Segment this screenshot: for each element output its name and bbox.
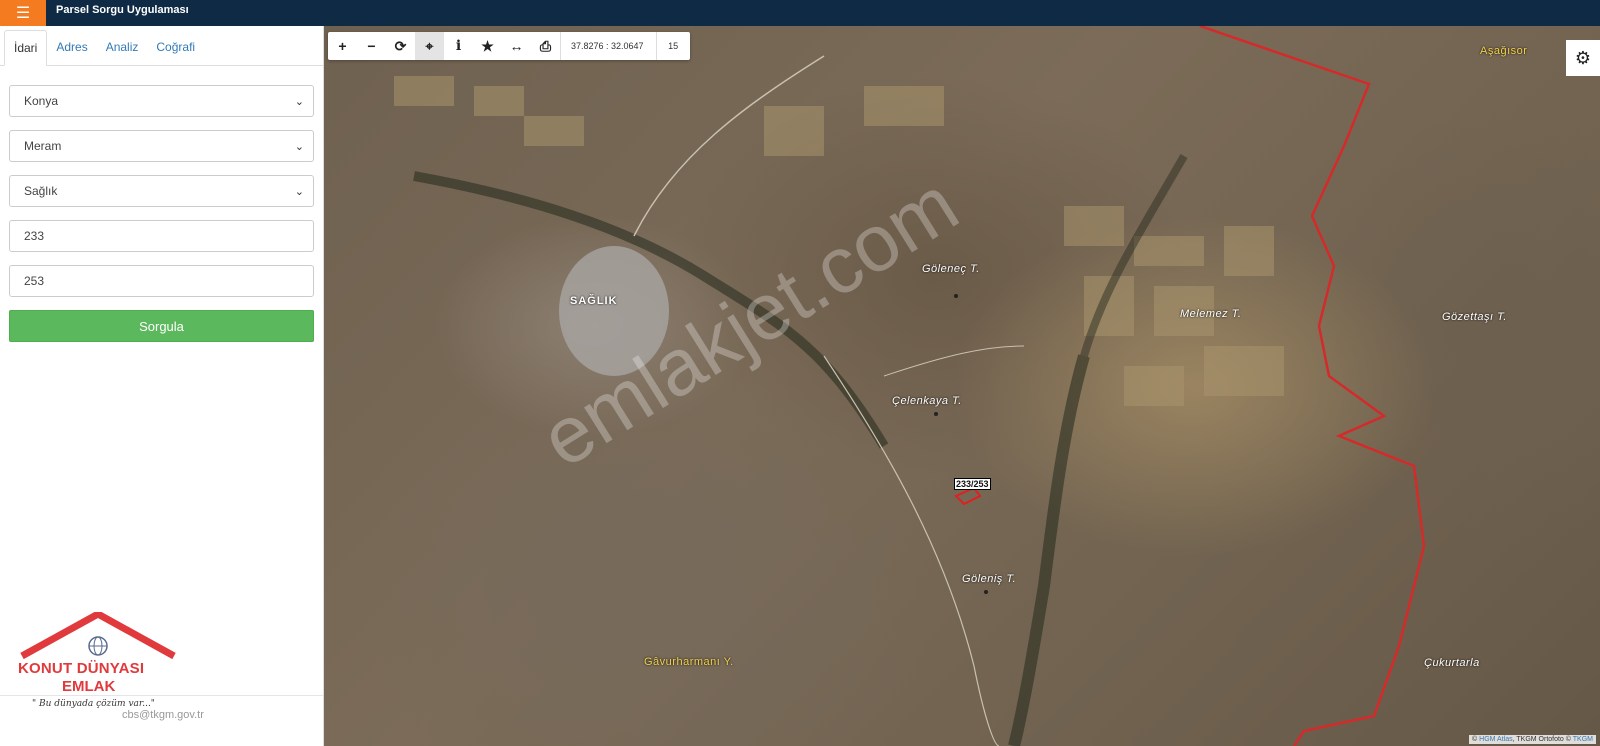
map-toolbar: + − ⟳ ⌖ i ★ ↔ ⎙ 37.8276 : 32.0647 15 (328, 32, 690, 60)
sidebar: İdari Adres Analiz Coğrafi Konya ⌄ Meram… (0, 26, 324, 746)
refresh-button[interactable]: ⟳ (386, 32, 415, 60)
block-input[interactable] (24, 229, 304, 243)
chevron-down-icon: ⌄ (294, 185, 304, 198)
label-asagisor: Aşağısor (1480, 45, 1528, 57)
tab-adres[interactable]: Adres (47, 30, 96, 66)
label-celenkaya: Çelenkaya T. (892, 395, 962, 407)
tab-idari[interactable]: İdari (4, 30, 48, 66)
star-icon: ★ (481, 37, 494, 54)
logo-slogan: " Bu dünyada çözüm var..." (32, 699, 155, 709)
neighborhood-select[interactable]: Sağlık ⌄ (9, 175, 314, 207)
chevron-down-icon: ⌄ (294, 95, 304, 108)
measure-icon: ↔ (509, 38, 524, 54)
zoom-level: 15 (655, 32, 690, 60)
parcel-input[interactable] (24, 274, 304, 288)
label-gozettasi: Gözettaşı T. (1442, 311, 1507, 323)
zoom-in-button[interactable]: + (328, 32, 357, 60)
tkgm-link[interactable]: TKGM (1573, 736, 1593, 743)
settings-button[interactable]: ⚙ (1566, 40, 1600, 76)
plus-icon: + (338, 38, 347, 54)
map-attribution: © HGM Atlas, TKGM Ortofoto © TKGM (1469, 735, 1596, 744)
label-golenec: Göleneç T. (922, 263, 980, 275)
hamburger-icon: ☰ (15, 5, 31, 22)
district-select[interactable]: Meram ⌄ (9, 130, 314, 162)
app-title: Parsel Sorgu Uygulaması (56, 4, 189, 16)
konut-dunyasi-logo: KONUT DÜNYASI EMLAK " Bu dünyada çözüm v… (14, 612, 184, 722)
logo-line1: KONUT DÜNYASI (18, 660, 145, 677)
attribution-middle: , TKGM Ortofoto © (1512, 736, 1571, 743)
favorite-button[interactable]: ★ (473, 32, 502, 60)
info-button[interactable]: i (444, 32, 473, 60)
locate-button[interactable]: ⌖ (415, 32, 444, 60)
measure-button[interactable]: ↔ (502, 32, 531, 60)
refresh-icon: ⟳ (394, 37, 407, 54)
gear-icon: ⚙ (1574, 47, 1592, 68)
logo-line2: EMLAK (62, 678, 116, 695)
coordinate-readout: 37.8276 : 32.0647 (560, 32, 656, 60)
province-select[interactable]: Konya ⌄ (9, 85, 314, 117)
label-melemez: Melemez T. (1180, 308, 1242, 320)
label-gavurharmani: Gâvurharmanı Y. (644, 656, 734, 668)
province-value: Konya (24, 94, 59, 108)
tab-analiz[interactable]: Analiz (97, 30, 148, 66)
minus-icon: − (367, 38, 376, 54)
neighborhood-value: Sağlık (24, 184, 58, 198)
menu-button[interactable]: ☰ (0, 0, 46, 26)
zoom-out-button[interactable]: − (357, 32, 386, 60)
query-form: Konya ⌄ Meram ⌄ Sağlık ⌄ Sorgula (0, 85, 323, 342)
sorgula-button[interactable]: Sorgula (9, 310, 314, 342)
hgm-atlas-link[interactable]: HGM Atlas (1479, 736, 1512, 743)
attribution-prefix: © (1472, 736, 1478, 743)
label-cukurtarla: Çukurtarla (1424, 657, 1480, 669)
label-saglik: SAĞLIK (570, 295, 618, 307)
block-field[interactable] (9, 220, 314, 252)
label-golenis: Göleniş T. (962, 573, 1017, 585)
tab-bar: İdari Adres Analiz Coğrafi (0, 26, 323, 66)
top-bar: ☰ Parsel Sorgu Uygulaması (0, 0, 1600, 26)
print-button[interactable]: ⎙ (531, 32, 560, 60)
satellite-terrain (394, 26, 1426, 746)
crosshair-icon: ⌖ (425, 37, 434, 54)
chevron-down-icon: ⌄ (294, 140, 304, 153)
tab-cografi[interactable]: Coğrafi (147, 30, 204, 66)
parcel-label[interactable]: 233/253 (954, 478, 991, 490)
district-value: Meram (24, 139, 62, 153)
map-view[interactable]: emlakjet.com SAĞLIK Göleneç T. Melemez T… (324, 26, 1600, 746)
parcel-field[interactable] (9, 265, 314, 297)
info-icon: i (455, 38, 462, 54)
print-icon: ⎙ (539, 37, 552, 54)
